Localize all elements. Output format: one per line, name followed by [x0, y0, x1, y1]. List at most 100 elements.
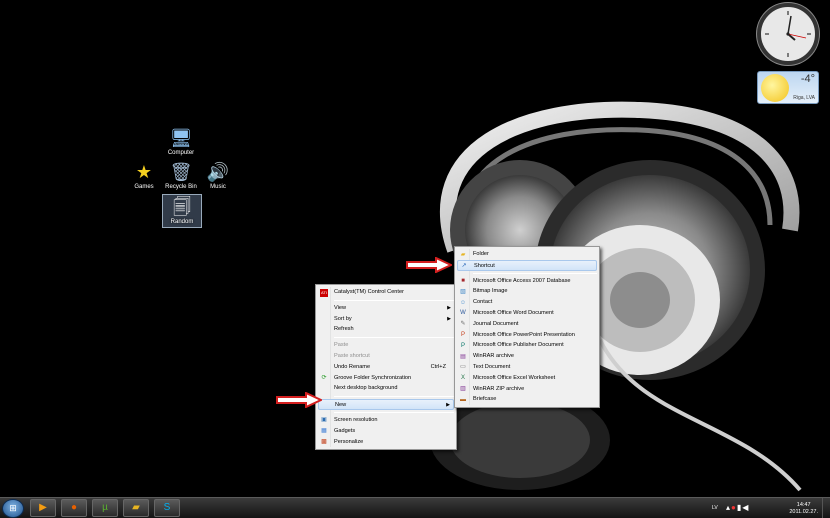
weather-gadget[interactable]: -4° Riga, LVA: [757, 71, 819, 104]
menu-item-label: Bitmap Image: [473, 288, 508, 295]
new-item-contact[interactable]: ☺ Contact: [457, 297, 597, 308]
new-item-bitmap[interactable]: ▧ Bitmap Image: [457, 286, 597, 297]
new-submenu: ▰ Folder ↗ Shortcut ■ Microsoft Office A…: [454, 246, 600, 409]
winrar-icon: ▤: [460, 353, 466, 360]
volume-icon: ◀: [742, 503, 750, 512]
personalize-icon: ▩: [321, 439, 327, 446]
briefcase-icon: ▬: [460, 396, 466, 403]
weather-temperature: -4°: [800, 73, 815, 85]
menu-item-label: Paste shortcut: [334, 352, 370, 359]
menu-item-label: Refresh: [334, 326, 354, 333]
windows-logo-icon: ⊞: [9, 503, 17, 513]
taskbar: ⊞ ▶ ● µ ▰ S LV ▴●▮◀ 14:47 2011.02.27.: [0, 497, 830, 518]
menu-item-label: Sort by: [334, 315, 352, 322]
menu-item-label: Journal Document: [473, 320, 519, 327]
new-item-access[interactable]: ■ Microsoft Office Access 2007 Database: [457, 276, 597, 287]
display-icon: ▣: [321, 417, 327, 424]
start-button[interactable]: ⊞: [2, 499, 24, 518]
new-item-winrar[interactable]: ▤ WinRAR archive: [457, 351, 597, 362]
desktop-icon-games[interactable]: ★ Games: [124, 160, 164, 190]
powerpoint-icon: P: [460, 332, 465, 339]
new-item-journal[interactable]: ✎ Journal Document: [457, 319, 597, 330]
new-item-folder[interactable]: ▰ Folder: [457, 249, 597, 260]
menu-item-paste-shortcut[interactable]: Paste shortcut: [318, 351, 454, 362]
taskbar-clock[interactable]: 14:47 2011.02.27.: [789, 502, 818, 515]
menu-item-label: WinRAR ZIP archive: [473, 385, 525, 392]
new-item-powerpoint[interactable]: P Microsoft Office PowerPoint Presentati…: [457, 330, 597, 341]
publisher-icon: P: [460, 342, 465, 349]
menu-item-label: Shortcut: [474, 262, 495, 269]
desktop-icon-random[interactable]: 🗐 Random: [162, 194, 202, 228]
utorrent-icon: µ: [102, 502, 108, 513]
speaker-icon: 🔊: [206, 162, 230, 182]
recycle-bin-icon: 🗑: [169, 162, 193, 182]
menu-item-personalize[interactable]: ▩ Personalize: [318, 437, 454, 448]
menu-item-label: Text Document: [473, 363, 511, 370]
shortcut-icon: ↗: [461, 263, 467, 270]
taskbar-explorer[interactable]: ▰: [123, 499, 149, 517]
menu-item-catalyst[interactable]: ATI Catalyst(TM) Control Center: [318, 287, 454, 298]
desktop-icon-music[interactable]: 🔊 Music: [198, 160, 238, 190]
new-item-shortcut[interactable]: ↗ Shortcut: [457, 259, 597, 271]
menu-item-new[interactable]: New ▶: [318, 399, 454, 410]
menu-item-gadgets[interactable]: ▦ Gadgets: [318, 426, 454, 437]
menu-separator: [334, 411, 454, 413]
menu-item-paste[interactable]: Paste: [318, 340, 454, 351]
desktop-icon-computer[interactable]: 🖥 Computer: [161, 126, 201, 156]
taskbar-skype[interactable]: S: [154, 499, 180, 517]
contact-icon: ☺: [459, 299, 467, 306]
word-icon: W: [460, 310, 466, 317]
menu-item-label: Next desktop background: [334, 385, 398, 392]
menu-item-label: New: [335, 402, 347, 409]
submenu-arrow-icon: ▶: [446, 402, 450, 409]
menu-item-label: Briefcase: [473, 396, 497, 403]
menu-item-undo-rename[interactable]: Undo Rename Ctrl+Z: [318, 362, 454, 373]
language-indicator[interactable]: LV: [712, 505, 718, 511]
text-icon: ▭: [460, 364, 466, 371]
menu-item-label: WinRAR archive: [473, 353, 515, 360]
menu-item-label: Microsoft Office Excel Worksheet: [473, 374, 556, 381]
menu-item-screen-resolution[interactable]: ▣ Screen resolution: [318, 415, 454, 426]
new-item-text[interactable]: ▭ Text Document: [457, 362, 597, 373]
new-item-excel[interactable]: X Microsoft Office Excel Worksheet: [457, 373, 597, 384]
skype-icon: S: [163, 502, 171, 513]
show-desktop-button[interactable]: [822, 498, 830, 518]
menu-separator: [334, 299, 454, 301]
taskbar-media-player[interactable]: ▶: [30, 499, 56, 517]
menu-separator: [334, 337, 454, 339]
new-item-word[interactable]: W Microsoft Office Word Document: [457, 308, 597, 319]
menu-separator: [334, 396, 454, 398]
firefox-icon: ●: [70, 502, 78, 513]
menu-item-label: Catalyst(TM) Control Center: [334, 289, 404, 295]
tray-icons[interactable]: ▴●▮◀: [726, 503, 749, 512]
submenu-arrow-icon: ▶: [447, 304, 451, 311]
menu-item-refresh[interactable]: Refresh: [318, 324, 454, 335]
new-item-briefcase[interactable]: ▬ Briefcase: [457, 394, 597, 405]
new-item-publisher[interactable]: P Microsoft Office Publisher Document: [457, 340, 597, 351]
star-icon: ★: [135, 162, 153, 182]
menu-separator: [473, 272, 597, 274]
media-player-icon: ▶: [39, 502, 47, 513]
clock-gadget[interactable]: [757, 3, 819, 65]
red-arrow-icon: [276, 392, 322, 408]
clock-face-icon: [765, 11, 811, 57]
taskbar-firefox[interactable]: ●: [61, 499, 87, 517]
menu-item-sort-by[interactable]: Sort by ▶: [318, 314, 454, 325]
menu-item-label: Groove Folder Synchronization: [334, 374, 412, 381]
sun-icon: [761, 74, 789, 102]
desktop-icon-recycle-bin[interactable]: 🗑 Recycle Bin: [161, 160, 201, 190]
taskbar-utorrent[interactable]: µ: [92, 499, 118, 517]
journal-icon: ✎: [460, 321, 466, 328]
menu-item-view[interactable]: View ▶: [318, 303, 454, 314]
menu-item-next-background[interactable]: Next desktop background: [318, 383, 454, 394]
desktop-icon-label: Recycle Bin: [165, 184, 197, 190]
submenu-arrow-icon: ▶: [447, 315, 451, 322]
menu-item-groove-sync[interactable]: ⟳ Groove Folder Synchronization: [318, 373, 454, 384]
computer-icon: 🖥: [169, 128, 193, 148]
desktop-icon-label: Random: [170, 219, 194, 225]
desktop-icon-label: Computer: [167, 150, 195, 156]
red-arrow-icon: [406, 257, 452, 273]
system-tray: LV ▴●▮◀ 14:47 2011.02.27.: [710, 498, 830, 518]
new-item-zip[interactable]: ▥ WinRAR ZIP archive: [457, 384, 597, 395]
gadgets-icon: ▦: [321, 428, 327, 435]
